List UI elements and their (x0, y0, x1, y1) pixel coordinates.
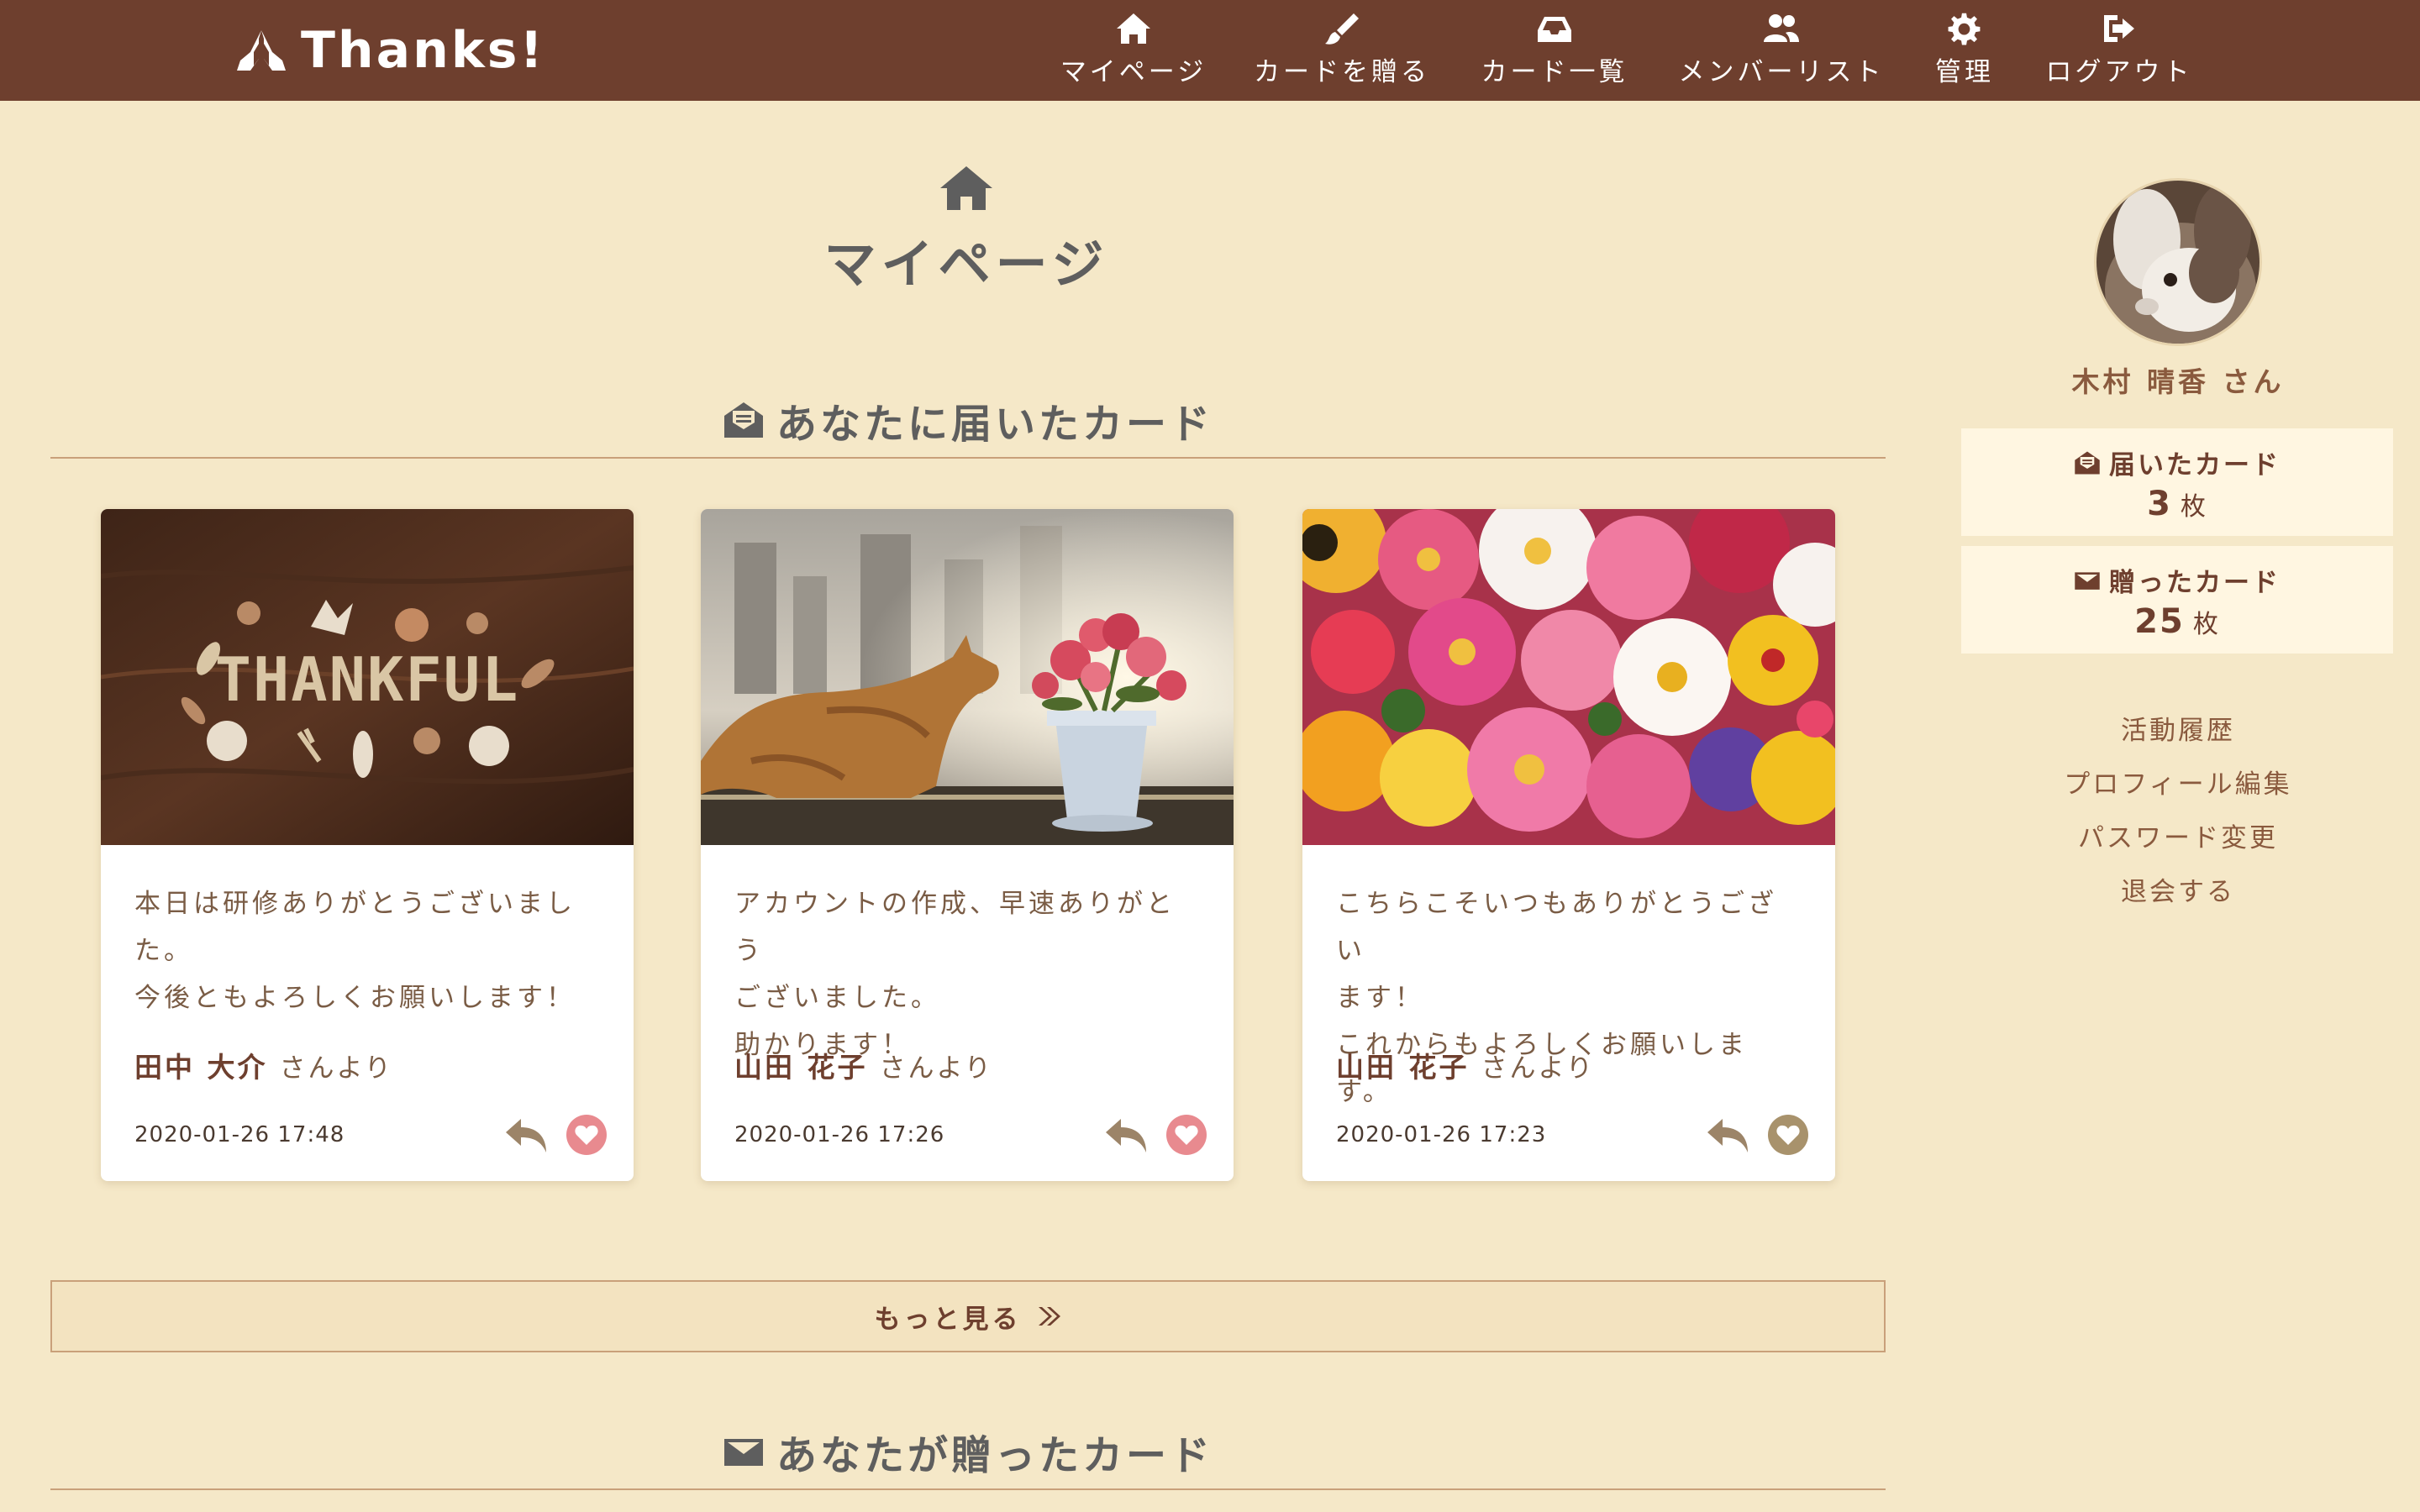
nav-label: メンバーリスト (1678, 57, 1885, 87)
page-title: マイページ (823, 234, 1109, 295)
received-count-value: 3枚 (2147, 485, 2207, 523)
received-cards-heading: あなたに届いたカード (50, 383, 1886, 459)
inbox-icon (1538, 17, 1571, 42)
reply-button[interactable] (1104, 1116, 1150, 1154)
card-image-flowers (1302, 509, 1835, 845)
main-nav: マイページ カードを贈る カード一覧 メンバーリスト 管理 ログアウト (0, 0, 2420, 101)
gear-icon (1948, 13, 1981, 45)
nav-label: 管理 (1935, 57, 1994, 87)
sent-count-box[interactable]: 贈ったカード 25 枚 (1961, 546, 2393, 654)
nav-item-logout[interactable]: ログアウト (2042, 12, 2196, 92)
section-title: あなたに届いたカード (776, 401, 1213, 448)
sender-name[interactable]: 山田 花子 (1336, 1051, 1470, 1084)
user-name: 木村 晴香 さん (2071, 365, 2285, 398)
like-button[interactable] (1768, 1115, 1808, 1155)
card-message: アカウントの作成、早速ありがとう ございました。 助かります！ (734, 889, 1176, 1060)
change-password-link[interactable]: パスワード変更 (1963, 816, 2393, 854)
card-footer: 2020-01-26 17:23 (1336, 1114, 1808, 1156)
heart-icon (1776, 1125, 1800, 1145)
nav-item-send-card[interactable]: カードを贈る (1252, 12, 1432, 92)
reply-button[interactable] (1706, 1116, 1751, 1154)
reply-icon (506, 1119, 546, 1152)
envelope-open-text-icon (2075, 451, 2100, 474)
received-card[interactable]: こちらこそいつもありがとうござい ます！ これからもよろしくお願いします。 山田… (1302, 509, 1835, 1181)
envelope-icon (2075, 571, 2100, 590)
received-card[interactable]: アカウントの作成、早速ありがとう ございました。 助かります！ 山田 花子 さんよ… (701, 509, 1234, 1181)
rabbit-avatar-image (2096, 181, 2260, 344)
sender-suffix: さんより (279, 1053, 393, 1084)
sent-cards-heading: あなたが贈ったカード (50, 1415, 1886, 1490)
nav-item-member-list[interactable]: メンバーリスト (1678, 12, 1885, 92)
envelope-icon (723, 1439, 763, 1466)
edit-profile-link[interactable]: プロフィール編集 (1963, 763, 2393, 801)
heart-icon (1175, 1125, 1198, 1145)
card-body: アカウントの作成、早速ありがとう ございました。 助かります！ 山田 花子 さんよ… (701, 845, 1234, 1181)
like-button[interactable] (566, 1115, 607, 1155)
nav-label: ログアウト (2045, 57, 2193, 87)
users-icon (1764, 14, 1799, 42)
heart-icon (575, 1125, 598, 1145)
card-image-thankful: THANKFUL (101, 509, 634, 845)
double-chevron-right-icon (1038, 1307, 1060, 1326)
show-more-label: もっと見る (874, 1304, 1022, 1335)
nav-item-card-list[interactable]: カード一覧 (1479, 12, 1630, 92)
home-icon (940, 166, 992, 210)
activity-history-link[interactable]: 活動履歴 (1963, 709, 2393, 747)
top-navbar: Thanks! マイページ カードを贈る カード一覧 メンバーリスト 管理 ログ… (0, 0, 2420, 101)
nav-label: カード一覧 (1481, 57, 1628, 87)
nav-item-mypage[interactable]: マイページ (1060, 12, 1207, 92)
thankful-image-word: THANKFUL (215, 644, 520, 715)
card-footer: 2020-01-26 17:26 (734, 1114, 1207, 1156)
home-icon (1117, 13, 1150, 44)
card-image-cat-flowers (701, 509, 1234, 845)
sender-name[interactable]: 田中 大介 (134, 1051, 268, 1084)
sent-count-label: 贈ったカード (1961, 561, 2393, 599)
sign-out-icon (2104, 15, 2134, 42)
card-date: 2020-01-26 17:48 (134, 1122, 345, 1147)
page-heading: マイページ (739, 165, 1193, 297)
card-message: こちらこそいつもありがとうござい ます！ これからもよろしくお願いします。 (1336, 889, 1777, 1107)
nav-label: カードを贈る (1254, 57, 1430, 87)
sent-count-value: 25 枚 (2134, 602, 2220, 641)
show-more-button[interactable]: もっと見る (50, 1280, 1886, 1352)
reply-icon (1707, 1119, 1748, 1152)
sender-suffix: さんより (1481, 1053, 1595, 1084)
section-title: あなたが贈ったカード (776, 1432, 1213, 1479)
card-sender: 山田 花子 さんより (734, 1045, 1200, 1085)
card-body: 本日は研修ありがとうございまし た。 今後ともよろしくお願いします！ 田中 大介… (101, 845, 634, 1181)
received-card[interactable]: THANKFUL 本日は研修ありがとうございまし た。 今後ともよろしくお願いし… (101, 509, 634, 1181)
reply-button[interactable] (504, 1116, 550, 1154)
nav-label: マイページ (1060, 57, 1207, 87)
card-sender: 田中 大介 さんより (134, 1045, 600, 1085)
nav-item-admin[interactable]: 管理 (1931, 12, 1998, 92)
received-count-box[interactable]: 届いたカード 3枚 (1961, 428, 2393, 536)
received-count-label: 届いたカード (1961, 444, 2393, 481)
envelope-open-text-icon (723, 402, 763, 438)
card-date: 2020-01-26 17:23 (1336, 1122, 1547, 1147)
brush-icon (1325, 13, 1359, 45)
sender-suffix: さんより (879, 1053, 993, 1084)
like-button[interactable] (1166, 1115, 1207, 1155)
card-body: こちらこそいつもありがとうござい ます！ これからもよろしくお願いします。 山田… (1302, 845, 1835, 1181)
card-date: 2020-01-26 17:26 (734, 1122, 945, 1147)
card-footer: 2020-01-26 17:48 (134, 1114, 607, 1156)
reply-icon (1106, 1119, 1146, 1152)
avatar[interactable] (2094, 178, 2262, 346)
withdraw-link[interactable]: 退会する (1963, 870, 2393, 908)
sender-name[interactable]: 山田 花子 (734, 1051, 868, 1084)
card-message: 本日は研修ありがとうございまし た。 今後ともよろしくお願いします！ (134, 889, 576, 1013)
